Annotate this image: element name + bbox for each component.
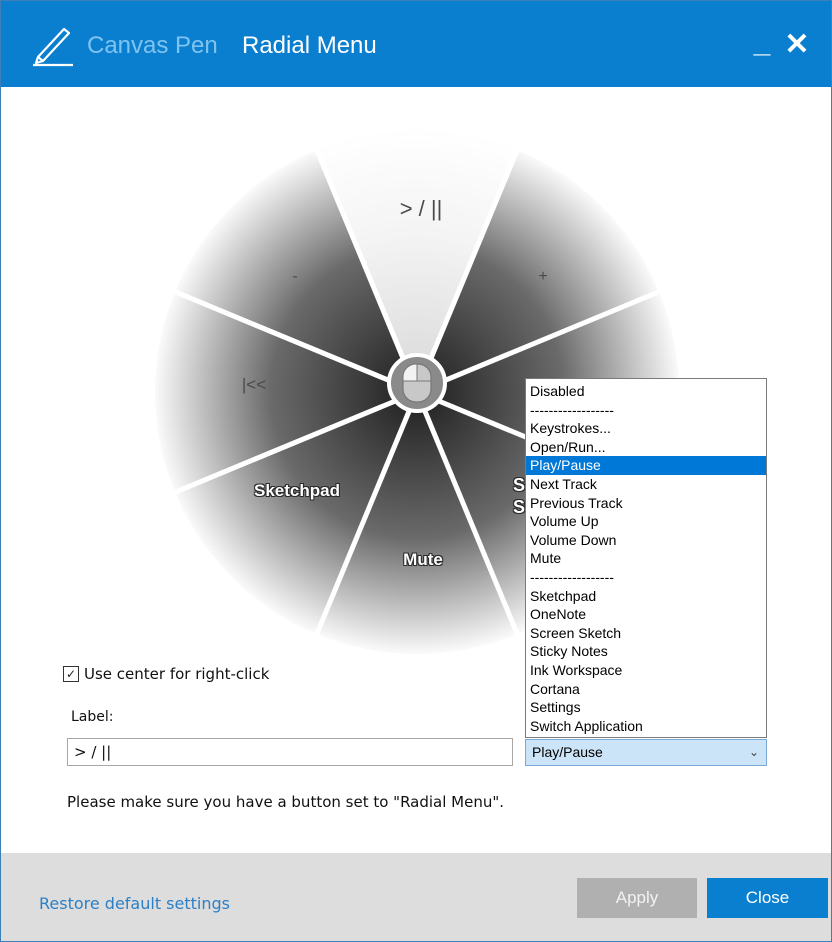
- dropdown-option-screen-sketch[interactable]: Screen Sketch: [526, 624, 766, 643]
- dropdown-option-next-track[interactable]: Next Track: [526, 475, 766, 494]
- dropdown-option-separator: ------------------: [530, 568, 614, 585]
- apply-button[interactable]: Apply: [577, 878, 697, 918]
- footer-bar: Restore default settings Apply Close: [1, 853, 831, 941]
- segment-label-volume-down[interactable]: -: [292, 268, 297, 286]
- segment-label-play-pause[interactable]: > / ||: [400, 196, 443, 222]
- center-button[interactable]: [387, 353, 447, 413]
- mouse-icon: [402, 363, 432, 403]
- segment-label-volume-up[interactable]: +: [538, 268, 547, 286]
- dropdown-option-play-pause[interactable]: Play/Pause: [526, 456, 766, 475]
- title-bar: Canvas Pen Radial Menu _ ✕: [1, 1, 831, 87]
- dropdown-option-mute[interactable]: Mute: [526, 549, 766, 568]
- segment-label-previous-track[interactable]: |<<: [242, 375, 266, 395]
- app-name: Canvas Pen: [87, 32, 218, 59]
- dropdown-option-keystrokes[interactable]: Keystrokes...: [526, 419, 766, 438]
- dropdown-option-previous-track[interactable]: Previous Track: [526, 494, 766, 513]
- use-center-checkbox[interactable]: ✓: [63, 666, 79, 682]
- dropdown-option-ink-workspace[interactable]: Ink Workspace: [526, 661, 766, 680]
- segment-label-sketchpad[interactable]: Sketchpad: [254, 481, 340, 501]
- pen-icon: [33, 27, 73, 67]
- minimize-button[interactable]: _: [744, 23, 780, 67]
- action-dropdown-list[interactable]: Disabled ------------------ Keystrokes... O…: [525, 378, 767, 738]
- dropdown-option-volume-up[interactable]: Volume Up: [526, 512, 766, 531]
- label-caption: Label:: [71, 709, 114, 725]
- close-button[interactable]: Close: [707, 878, 828, 918]
- chevron-down-icon: ⌄: [748, 745, 759, 759]
- use-center-checkbox-row[interactable]: ✓ Use center for right-click: [63, 665, 269, 683]
- restore-defaults-link[interactable]: Restore default settings: [39, 894, 230, 913]
- page-title: Radial Menu: [242, 32, 377, 59]
- action-select-value: Play/Pause: [532, 744, 603, 760]
- dropdown-option-switch-application[interactable]: Switch Application: [526, 717, 766, 736]
- dropdown-option-cortana[interactable]: Cortana: [526, 680, 766, 699]
- radial-menu-note: Please make sure you have a button set t…: [67, 793, 505, 811]
- dropdown-option-onenote[interactable]: OneNote: [526, 605, 766, 624]
- app-window: Canvas Pen Radial Menu _ ✕ > / || + Mute…: [0, 0, 832, 942]
- dropdown-option-separator: ------------------: [530, 401, 614, 418]
- dropdown-option-sketchpad[interactable]: Sketchpad: [526, 587, 766, 606]
- dropdown-option-disabled[interactable]: Disabled: [526, 382, 766, 401]
- dropdown-option-sticky-notes[interactable]: Sticky Notes: [526, 642, 766, 661]
- dropdown-option-open-run[interactable]: Open/Run...: [526, 438, 766, 457]
- label-input[interactable]: [67, 738, 513, 766]
- dropdown-option-volume-down[interactable]: Volume Down: [526, 531, 766, 550]
- use-center-label: Use center for right-click: [84, 665, 270, 683]
- window-close-button[interactable]: ✕: [779, 23, 815, 67]
- dropdown-option-settings[interactable]: Settings: [526, 698, 766, 717]
- segment-label-mute[interactable]: Mute: [403, 550, 443, 570]
- action-select[interactable]: Play/Pause ⌄: [525, 739, 767, 766]
